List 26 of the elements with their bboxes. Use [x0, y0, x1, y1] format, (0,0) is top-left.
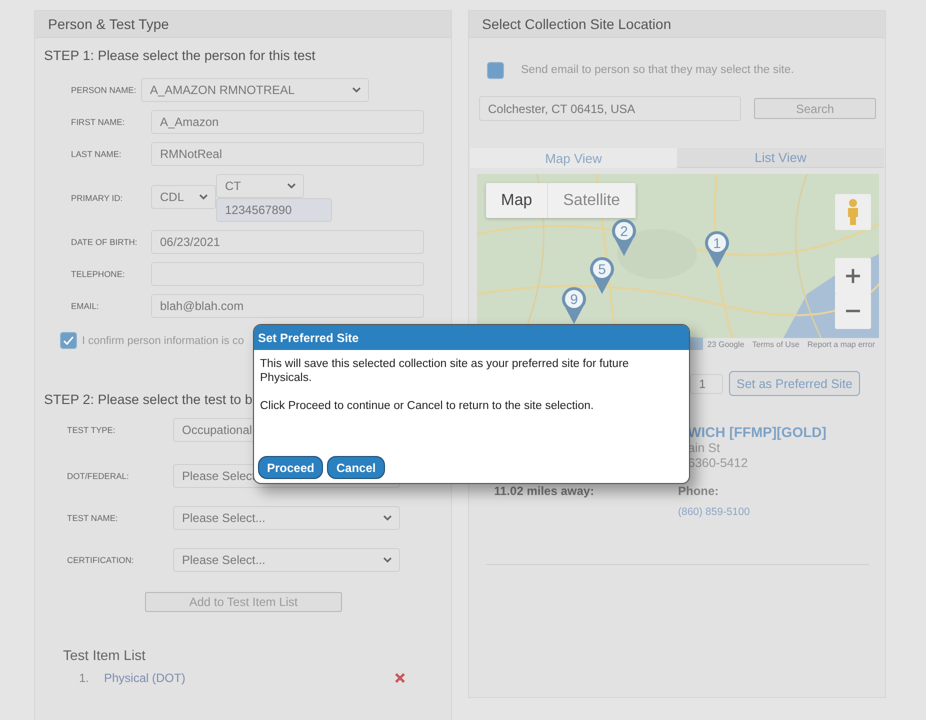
map-footer-text: 23 Google — [707, 340, 744, 348]
checkbox-label: I confirm person information is co — [82, 334, 244, 346]
field-label: FIRST NAME: — [71, 117, 126, 127]
dialog-text: This will save this selected collection site as your preferred site for future Physicals. — [259, 357, 630, 385]
dialog-text: Click Proceed to continue or Cancel to return to the site selection. — [259, 399, 595, 413]
field-label: CERTIFICATION: — [67, 555, 135, 565]
panel-title: Person & Test Type — [35, 11, 451, 38]
field-label: DOT/FEDERAL: — [67, 471, 130, 481]
list-title: Test Item List — [62, 646, 146, 663]
step-heading: STEP 2: Please select the test to b — [43, 391, 252, 407]
field-label: TEST NAME: — [67, 513, 119, 523]
field-label: LAST NAME: — [71, 149, 122, 159]
phone-label: Phone: — [678, 484, 720, 498]
list-number: 1. — [79, 671, 90, 685]
distance-label: 11.02 miles away: — [494, 484, 596, 498]
checkbox-label: Send email to person so that they may select the site. — [521, 64, 794, 76]
list-item: Physical (DOT) — [104, 671, 186, 685]
field-label: TELEPHONE: — [71, 269, 126, 279]
field-label: TEST TYPE: — [67, 425, 116, 435]
field-label: EMAIL: — [71, 301, 100, 311]
field-label: PRIMARY ID: — [71, 193, 124, 203]
panel-title: Select Collection Site Location — [469, 11, 885, 38]
field-label: PERSON NAME: — [71, 85, 138, 95]
field-label: DATE OF BIRTH: — [71, 237, 138, 247]
step-heading: STEP 1: Please select the person for this test — [43, 47, 316, 63]
dialog-title: Set Preferred Site — [254, 325, 689, 350]
